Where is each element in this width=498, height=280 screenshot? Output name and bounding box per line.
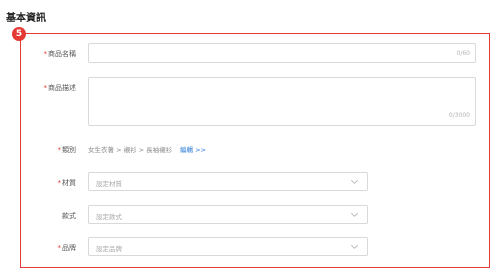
step-badge: 5 [12, 27, 26, 41]
section-title: 基本資訊 [6, 13, 46, 24]
category-edit-link[interactable]: 編輯 >> [180, 144, 206, 154]
style-placeholder: 設定款式 [96, 213, 122, 221]
brand-label-text: 品牌 [62, 244, 76, 252]
category-path: 女生衣著 > 襯衫 > 長袖襯衫 [88, 146, 173, 154]
brand-placeholder: 設定品牌 [96, 245, 122, 253]
style-label-text: 款式 [62, 212, 76, 220]
product-description-counter: 0/3000 [448, 112, 470, 119]
material-label-text: 材質 [62, 179, 76, 187]
required-mark: * [57, 146, 62, 154]
product-name-input[interactable]: 0/60 [88, 43, 476, 63]
style-label: 款式 [16, 211, 76, 221]
style-select[interactable]: 設定款式 [88, 205, 368, 224]
product-description-label: *商品描述 [16, 83, 77, 93]
material-placeholder: 設定材質 [96, 180, 122, 188]
chevron-down-icon [351, 244, 358, 249]
product-description-label-text: 商品描述 [48, 84, 76, 92]
material-select[interactable]: 設定材質 [88, 172, 368, 191]
chevron-down-icon [351, 212, 358, 217]
required-mark: * [57, 179, 62, 187]
product-name-counter: 0/60 [456, 50, 470, 57]
required-mark: * [43, 50, 48, 58]
category-label-text: 類別 [62, 146, 76, 154]
product-name-label-text: 商品名稱 [48, 50, 76, 58]
required-mark: * [43, 84, 48, 92]
material-label: *材質 [16, 178, 77, 188]
product-description-textarea[interactable]: 0/3000 [88, 77, 476, 126]
brand-select[interactable]: 設定品牌 [88, 237, 368, 256]
required-mark: * [57, 244, 62, 252]
category-label: *類別 [16, 145, 77, 155]
chevron-down-icon [351, 179, 358, 184]
brand-label: *品牌 [16, 243, 77, 253]
product-name-label: *商品名稱 [16, 49, 77, 59]
